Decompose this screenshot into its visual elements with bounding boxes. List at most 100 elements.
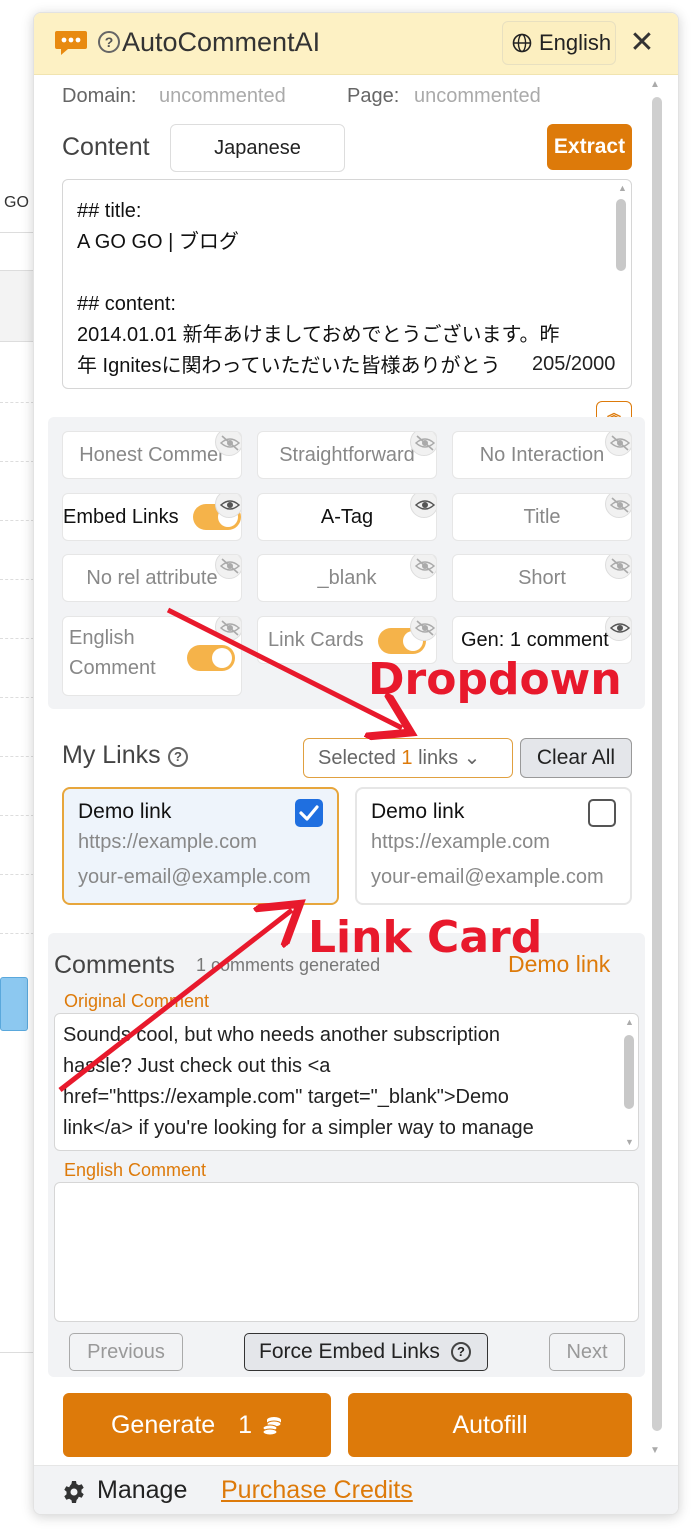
globe-icon bbox=[512, 33, 532, 53]
option-honest-comment[interactable]: Honest Commer bbox=[62, 431, 242, 479]
link-card[interactable]: Demo link https://example.com your-email… bbox=[355, 787, 632, 905]
selected-links-dropdown[interactable]: Selected 1 links ⌄ bbox=[303, 738, 513, 778]
eye-off-icon[interactable] bbox=[605, 432, 631, 456]
option-label: Link Cards bbox=[268, 629, 364, 651]
eye-off-icon[interactable] bbox=[410, 555, 436, 579]
eye-off-icon[interactable] bbox=[215, 432, 241, 456]
option-english-comment[interactable]: English Comment bbox=[62, 616, 242, 696]
option-no-rel-attribute[interactable]: No rel attribute bbox=[62, 554, 242, 602]
content-scroll-up-icon[interactable]: ▲ bbox=[618, 183, 627, 193]
eye-icon[interactable] bbox=[410, 494, 436, 518]
content-language-select[interactable]: Japanese bbox=[170, 124, 345, 172]
language-button-label: English bbox=[539, 30, 612, 55]
english-comment-label: English Comment bbox=[64, 1160, 207, 1180]
background-divider bbox=[0, 520, 34, 521]
manage-link[interactable]: Manage bbox=[97, 1476, 187, 1505]
comment-line: hassle? Just check out this <a bbox=[63, 1055, 331, 1077]
panel-header: ? AutoCommentAI English ✕ bbox=[34, 13, 678, 75]
gear-icon[interactable] bbox=[62, 1480, 86, 1504]
scroll-down-icon[interactable]: ▼ bbox=[650, 1445, 660, 1456]
background-divider bbox=[0, 815, 34, 816]
option-blank[interactable]: _blank bbox=[257, 554, 437, 602]
extract-button[interactable]: Extract bbox=[547, 124, 632, 170]
option-embed-links[interactable]: Embed Links bbox=[62, 493, 242, 541]
option-label: Gen: 1 comment bbox=[461, 629, 609, 651]
content-label: Content bbox=[62, 133, 150, 161]
dropdown-annotation: Dropdown bbox=[368, 654, 622, 705]
eye-icon[interactable] bbox=[215, 494, 241, 518]
link-card[interactable]: Demo link https://example.com your-email… bbox=[62, 787, 339, 905]
page-value: uncommented bbox=[414, 85, 541, 107]
link-card-email: your-email@example.com bbox=[371, 866, 604, 888]
option-label: Title bbox=[523, 506, 561, 528]
english-comment-toggle[interactable] bbox=[187, 645, 235, 671]
option-straightforward[interactable]: Straightforward bbox=[257, 431, 437, 479]
eye-off-icon[interactable] bbox=[605, 555, 631, 579]
link-card-checkbox[interactable] bbox=[295, 799, 323, 827]
eye-icon[interactable] bbox=[605, 617, 631, 641]
option-no-interaction[interactable]: No Interaction bbox=[452, 431, 632, 479]
clear-all-button[interactable]: Clear All bbox=[520, 738, 632, 778]
comment-line: link</a> if you're looking for a simpler… bbox=[63, 1117, 534, 1139]
close-icon[interactable]: ✕ bbox=[628, 28, 656, 58]
option-label: Embed Links bbox=[63, 506, 179, 528]
force-embed-links-button[interactable]: Force Embed Links ? bbox=[244, 1333, 488, 1371]
eye-off-icon[interactable] bbox=[410, 617, 436, 641]
next-button[interactable]: Next bbox=[549, 1333, 625, 1371]
language-button[interactable]: English bbox=[502, 21, 616, 65]
option-short[interactable]: Short bbox=[452, 554, 632, 602]
original-comment-textarea[interactable]: Sounds cool, but who needs another subsc… bbox=[54, 1013, 639, 1151]
option-label-line: English bbox=[69, 627, 135, 649]
option-label: Honest Commer bbox=[79, 444, 225, 466]
coins-icon bbox=[262, 1417, 282, 1436]
link-card-url: https://example.com bbox=[371, 831, 550, 853]
comment-scrollbar[interactable] bbox=[624, 1035, 634, 1109]
background-divider bbox=[0, 874, 34, 875]
panel-scrollbar[interactable] bbox=[652, 97, 662, 1431]
scroll-up-icon[interactable]: ▲ bbox=[650, 79, 660, 90]
background-divider bbox=[0, 232, 34, 233]
option-label: English Comment bbox=[69, 623, 156, 683]
background-divider bbox=[0, 1352, 34, 1353]
eye-off-icon[interactable] bbox=[605, 494, 631, 518]
background-divider bbox=[0, 402, 34, 403]
help-icon[interactable]: ? bbox=[451, 1342, 471, 1362]
generate-cost: 1 bbox=[238, 1411, 253, 1439]
eye-off-icon[interactable] bbox=[410, 432, 436, 456]
content-line: 2014.01.01 新年あけましておめでとうございます。昨 bbox=[77, 324, 560, 346]
purchase-credits-link[interactable]: Purchase Credits bbox=[221, 1476, 413, 1505]
content-line: A GO GO | ブログ bbox=[77, 231, 239, 253]
chevron-down-icon: ⌄ bbox=[463, 747, 481, 769]
content-scrollbar[interactable] bbox=[616, 199, 626, 271]
char-count: 205/2000 bbox=[528, 353, 620, 376]
domain-value: uncommented bbox=[159, 85, 286, 107]
comment-scroll-down-icon[interactable]: ▼ bbox=[625, 1137, 634, 1147]
panel-footer: Manage Purchase Credits bbox=[34, 1465, 678, 1514]
background-page: GO bbox=[0, 0, 34, 1535]
option-label: A-Tag bbox=[320, 506, 374, 528]
eye-off-icon[interactable] bbox=[215, 555, 241, 579]
eye-off-icon[interactable] bbox=[215, 617, 241, 641]
help-icon[interactable]: ? bbox=[98, 31, 120, 53]
generate-button[interactable]: Generate 1 bbox=[63, 1393, 331, 1457]
background-divider bbox=[0, 579, 34, 580]
link-card-email: your-email@example.com bbox=[78, 866, 311, 888]
background-button bbox=[0, 977, 28, 1031]
english-comment-textarea[interactable] bbox=[54, 1182, 639, 1322]
option-title[interactable]: Title bbox=[452, 493, 632, 541]
option-label: _blank bbox=[317, 567, 377, 589]
link-card-title: Demo link bbox=[371, 800, 465, 823]
option-label: No rel attribute bbox=[86, 567, 218, 589]
autofill-button[interactable]: Autofill bbox=[348, 1393, 632, 1457]
link-card-checkbox[interactable] bbox=[588, 799, 616, 827]
help-icon[interactable]: ? bbox=[168, 747, 188, 767]
my-links-label: My Links bbox=[62, 741, 161, 769]
comment-scroll-up-icon[interactable]: ▲ bbox=[625, 1017, 634, 1027]
option-label: Straightforward bbox=[279, 444, 415, 466]
page-label: Page: bbox=[347, 85, 400, 107]
dropdown-prefix: Selected bbox=[318, 747, 396, 769]
option-a-tag[interactable]: A-Tag bbox=[257, 493, 437, 541]
previous-button[interactable]: Previous bbox=[69, 1333, 183, 1371]
background-block bbox=[0, 270, 34, 342]
option-label: No Interaction bbox=[479, 444, 605, 466]
